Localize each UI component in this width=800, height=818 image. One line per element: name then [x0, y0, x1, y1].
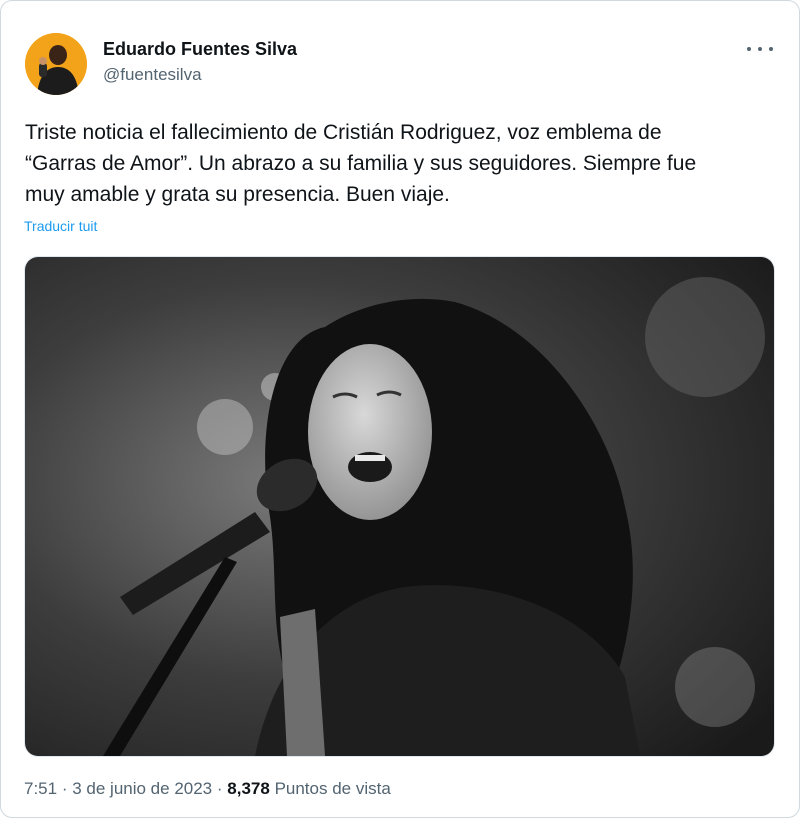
separator: · [216, 779, 223, 798]
views-count: 8,378 [227, 779, 270, 798]
separator: · [61, 779, 68, 798]
tweet-meta: 7:51 · 3 de junio de 2023 · 8,378 Puntos… [24, 779, 391, 799]
tweet-photo[interactable] [24, 256, 775, 757]
tweet-text-line: Triste noticia el fallecimiento de Crist… [25, 121, 662, 144]
dot [758, 47, 762, 51]
display-name[interactable]: Eduardo Fuentes Silva [103, 38, 297, 60]
user-handle[interactable]: @fuentesilva [103, 64, 297, 86]
dot [769, 47, 773, 51]
author-block: Eduardo Fuentes Silva @fuentesilva [103, 38, 297, 86]
tweet-text-line: muy amable y grata su presencia. Buen vi… [25, 183, 450, 206]
more-options-icon[interactable] [747, 39, 773, 59]
user-avatar-icon [25, 33, 87, 95]
photo-singer-icon [25, 257, 774, 756]
translate-tweet-link[interactable]: Traducir tuit [24, 218, 97, 234]
tweet-text: Triste noticia el fallecimiento de Crist… [25, 117, 775, 210]
avatar[interactable] [25, 33, 87, 95]
tweet-card: Eduardo Fuentes Silva @fuentesilva Trist… [0, 0, 800, 818]
views-label: Puntos de vista [274, 779, 391, 798]
tweet-date[interactable]: 3 de junio de 2023 [72, 779, 212, 798]
tweet-time[interactable]: 7:51 [24, 779, 57, 798]
dot [747, 47, 751, 51]
tweet-text-line: “Garras de Amor”. Un abrazo a su familia… [25, 152, 697, 175]
